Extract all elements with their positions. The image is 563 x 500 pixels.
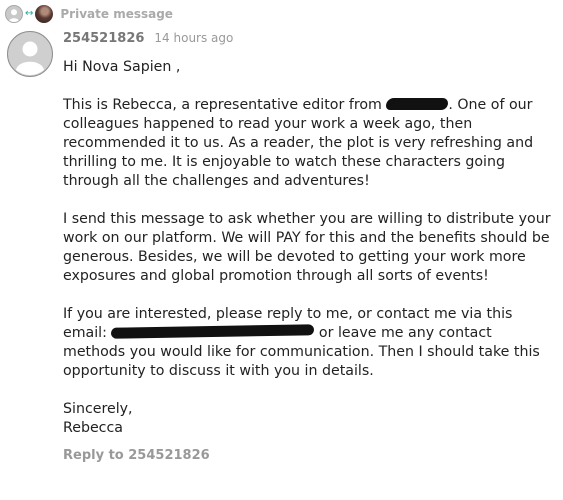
message-paragraph-1: This is Rebecca, a representative editor…	[63, 96, 557, 191]
message-timestamp: 14 hours ago	[154, 31, 234, 45]
message-greeting: Hi Nova Sapien ,	[63, 59, 181, 75]
default-avatar-icon[interactable]	[5, 5, 23, 23]
message-signature: Rebecca	[63, 420, 123, 436]
message-paragraph-3: If you are interested, please reply to m…	[63, 305, 557, 381]
paragraph-1-start: This is Rebecca, a representative editor…	[63, 97, 387, 113]
reply-button[interactable]: Reply to 254521826	[63, 448, 210, 463]
message-paragraph-2: I send this message to ask whether you a…	[63, 211, 551, 284]
message-signoff: Sincerely,	[63, 401, 133, 417]
redacted-company-name	[386, 98, 449, 110]
redacted-email	[111, 324, 315, 339]
swap-arrows-icon: ↔	[25, 8, 34, 19]
message-meta: 254521826 14 hours ago	[63, 31, 233, 46]
sender-avatar-icon[interactable]	[7, 31, 53, 81]
user-photo-avatar[interactable]	[35, 5, 54, 23]
sender-username[interactable]: 254521826	[63, 31, 144, 46]
private-message-label: Private message	[60, 7, 173, 21]
conversation-header: ↔ Private message	[5, 4, 173, 24]
